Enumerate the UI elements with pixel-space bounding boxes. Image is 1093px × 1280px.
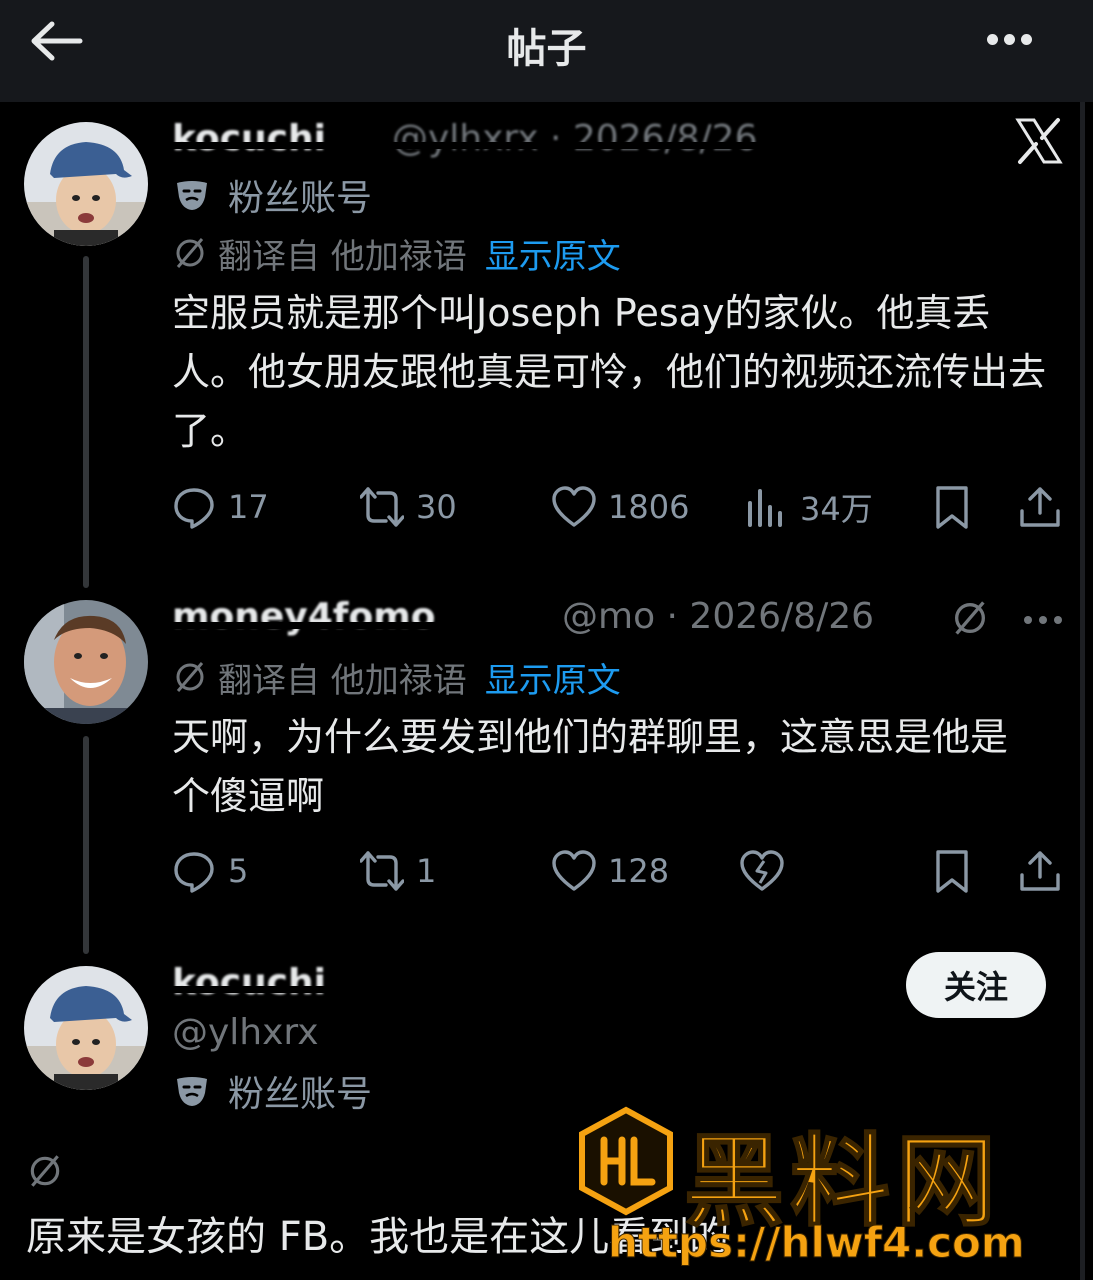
x-logo-icon [1015,118,1063,164]
author-name-obscured[interactable]: money4fomo @mo · 2026/8/26 [172,596,912,646]
redaction-scribble [172,142,792,149]
avatar[interactable] [24,600,148,724]
author-name: kocuchi [172,118,326,159]
bookmark-icon [936,486,968,529]
like-button[interactable]: 1806 [552,482,689,532]
like-count: 128 [608,852,670,890]
dislike-button[interactable] [740,846,784,896]
post-actions: 17 30 1806 34万 [172,482,1062,532]
reply-icon [174,852,214,893]
more-dot [1004,34,1015,45]
theater-mask-icon [177,1077,207,1106]
post-more-button[interactable] [1022,612,1064,626]
author-name-obscured[interactable]: kocuchi [172,962,392,1012]
repost-icon [360,487,404,527]
repost-button[interactable]: 1 [360,846,436,896]
reply-button[interactable]: 17 [172,482,269,532]
heart-icon [552,850,596,891]
translate-icon [955,601,985,635]
translation-notice: 翻译自 他加禄语 显示原文 [172,229,621,278]
post-text: 天啊，为什么要发到他们的群聊里，这意思是他是个傻逼啊 [172,715,1009,818]
translation-notice: 翻译自 他加禄语 显示原文 [172,653,621,702]
post-text: 空服员就是那个叫Joseph Pesay的家伙。他真丢人。他女朋友跟他真是可怜，… [172,291,1047,453]
share-icon [1020,487,1060,527]
share-button[interactable] [1018,482,1062,532]
translate-icon [30,1155,60,1187]
top-bar: 帖子 [0,0,1093,102]
translated-from-label: 翻译自 他加禄语 [218,236,467,277]
fan-account-label: 粉丝账号 [174,172,373,219]
fan-account-text: 粉丝账号 [228,178,373,219]
translated-from-label: 翻译自 他加禄语 [218,660,467,701]
translate-icon [176,662,204,692]
views-button[interactable]: 34万 [744,482,873,532]
translate-icon [176,238,204,268]
more-horizontal-icon [987,34,998,45]
hl-shield-logo [579,1106,673,1216]
bookmark-button[interactable] [930,482,974,532]
page-title: 帖子 [506,26,587,72]
broken-heart-icon [740,850,784,891]
theater-mask-icon [177,181,207,210]
fan-account-text: 粉丝账号 [228,1074,373,1115]
bookmark-button[interactable] [930,846,974,896]
child-photo-avatar [24,122,148,246]
follow-button[interactable]: 关注 [906,952,1046,1018]
author-handle-meta: @ylhxrx · 2026/8/26 [392,118,758,159]
bookmark-icon [936,850,968,893]
author-handle[interactable]: @ylhxrx [172,1012,319,1053]
reply-count: 17 [228,488,269,526]
heart-icon [552,486,596,527]
translate-status-button[interactable] [950,598,990,638]
translate-status-button[interactable] [26,1152,66,1192]
reply-button[interactable]: 5 [172,846,248,896]
thread-connector [83,736,89,954]
watermark-url: https://hlwf4.com [608,1218,1026,1268]
repost-icon [360,851,404,891]
more-dot [1021,34,1032,45]
reply-count: 5 [228,852,249,890]
more-horizontal-icon [1024,616,1062,624]
author-name: kocuchi [172,962,326,1003]
author-handle-meta: @mo · 2026/8/26 [562,596,875,637]
share-icon [1020,851,1060,891]
smiling-man-avatar [24,600,148,724]
view-count: 34万 [800,490,873,528]
author-name-obscured[interactable]: kocuchi @ylhxrx · 2026/8/26 [172,118,792,168]
more-button[interactable] [987,30,1047,54]
repost-count: 30 [416,488,457,526]
avatar[interactable] [24,122,148,246]
child-photo-avatar [24,966,148,1090]
repost-button[interactable]: 30 [360,482,457,532]
avatar[interactable] [24,966,148,1090]
like-button[interactable]: 128 [552,846,669,896]
show-original-link[interactable]: 显示原文 [485,229,621,278]
thread-connector [83,256,89,588]
site-watermark: 黑料网 https://hlwf4.com [576,1100,1086,1275]
show-original-link[interactable]: 显示原文 [485,653,621,702]
reply-icon [174,488,214,529]
author-name: money4fomo [172,596,436,637]
fan-account-label: 粉丝账号 [174,1068,373,1115]
share-button[interactable] [1018,846,1062,896]
bar-chart-icon [748,489,782,527]
post-actions: 5 1 128 [172,846,1062,896]
like-count: 1806 [608,488,690,526]
repost-count: 1 [416,852,437,890]
redaction-scribble [172,986,392,993]
